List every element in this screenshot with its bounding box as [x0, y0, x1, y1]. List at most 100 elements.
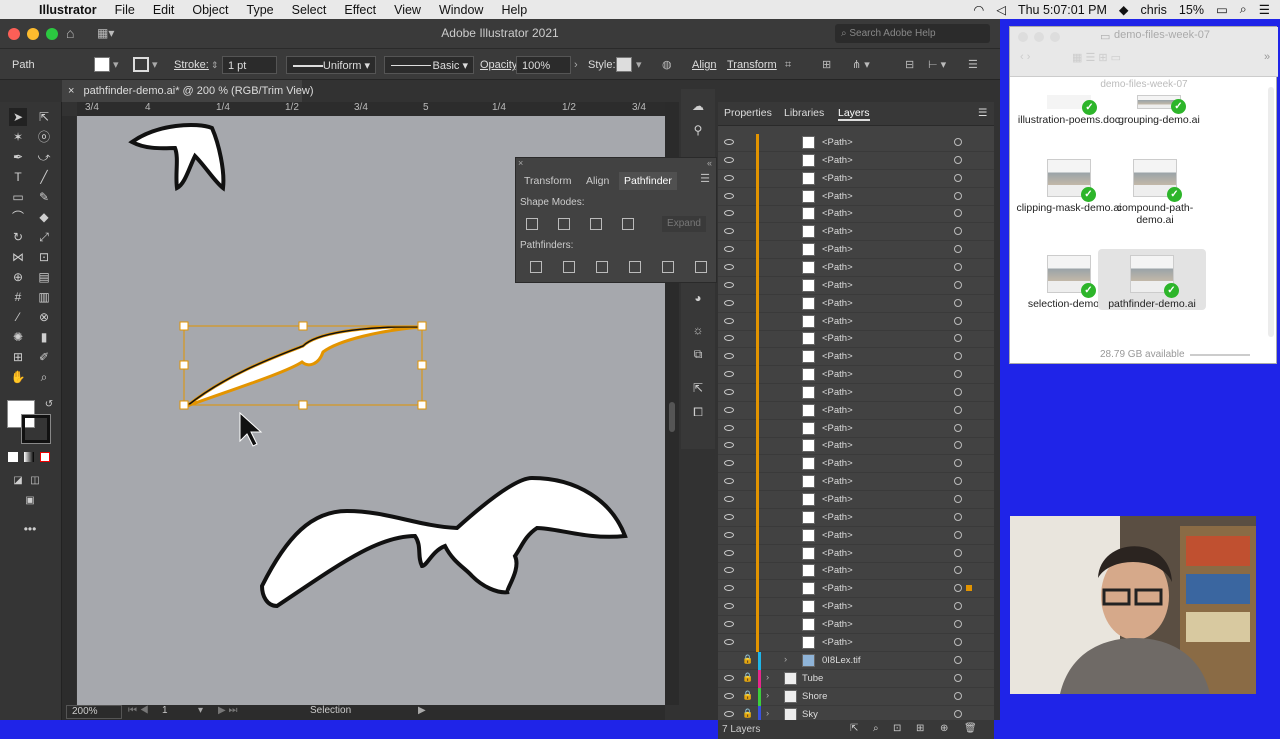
minus-back-icon[interactable]	[695, 261, 707, 273]
merge-icon[interactable]	[596, 261, 608, 273]
menu-type[interactable]: Type	[238, 3, 283, 17]
pen-tool-icon[interactable]: ✒	[9, 148, 27, 166]
panel-menu-icon[interactable]: ☰	[700, 172, 710, 185]
target-circle-icon[interactable]	[954, 334, 962, 343]
magic-wand-tool-icon[interactable]: ✶	[9, 128, 27, 146]
expand-layer-icon[interactable]: ›	[766, 672, 769, 683]
target-circle-icon[interactable]	[954, 512, 962, 521]
expand-layer-icon[interactable]: ›	[766, 708, 769, 719]
target-circle-icon[interactable]	[954, 602, 962, 611]
clipping-mask-icon[interactable]: ⊡	[893, 723, 901, 734]
transform-link[interactable]: Transform	[727, 56, 777, 74]
menu-view[interactable]: View	[385, 3, 430, 17]
opacity-arrow-icon[interactable]: ›	[574, 56, 578, 74]
lock-icon[interactable]: 🔒	[742, 690, 753, 701]
paintbrush-tool-icon[interactable]: ✎	[35, 188, 53, 206]
expand-button[interactable]: Expand	[662, 216, 706, 232]
search-adobe-help-field[interactable]: ⌕ Search Adobe Help	[835, 24, 990, 43]
visibility-eye-icon[interactable]	[724, 174, 734, 181]
shape-builder-tool-icon[interactable]: ⊕	[9, 268, 27, 286]
visibility-eye-icon[interactable]	[724, 353, 734, 360]
target-circle-icon[interactable]	[954, 298, 962, 307]
trim-icon[interactable]	[563, 261, 575, 273]
direct-selection-tool-icon[interactable]: ⇱	[35, 108, 53, 126]
visibility-eye-icon[interactable]	[724, 406, 734, 413]
volume-icon[interactable]: ◁	[996, 2, 1006, 17]
visibility-eye-icon[interactable]	[724, 442, 734, 449]
layer-path-row[interactable]: <Path>	[718, 508, 994, 527]
visibility-eye-icon[interactable]	[724, 620, 734, 627]
status-menu-icon[interactable]: ▶	[418, 705, 426, 716]
layer-path-row[interactable]: <Path>	[718, 526, 994, 545]
target-circle-icon[interactable]	[954, 191, 962, 200]
visibility-eye-icon[interactable]	[724, 693, 734, 699]
layer-path-row[interactable]: <Path>	[718, 544, 994, 563]
swap-fill-stroke-icon[interactable]: ↺	[40, 396, 58, 414]
visibility-eye-icon[interactable]	[724, 549, 734, 556]
layer-path-row[interactable]: <Path>	[718, 276, 994, 295]
visibility-eye-icon[interactable]	[724, 388, 734, 395]
target-circle-icon[interactable]	[954, 548, 962, 557]
export-layer-icon[interactable]: ⇱	[850, 723, 858, 734]
zoom-window-button[interactable]	[1050, 32, 1060, 42]
menu-window[interactable]: Window	[430, 3, 492, 17]
layer-path-row[interactable]: <Path>	[718, 580, 994, 599]
stroke-dropdown-icon[interactable]: ▾	[152, 56, 158, 74]
shape-builder-icon[interactable]: ⊞	[822, 56, 831, 74]
visibility-eye-icon[interactable]	[724, 603, 734, 610]
dropbox-icon[interactable]: ◆	[1119, 2, 1129, 17]
target-circle-icon[interactable]	[954, 280, 962, 289]
arrange-icon[interactable]: ⊟	[905, 56, 914, 74]
target-circle-icon[interactable]	[954, 423, 962, 432]
none-mode-icon[interactable]	[40, 452, 50, 462]
lock-icon[interactable]: 🔒	[742, 672, 753, 683]
shaper-tool-icon[interactable]: ⌒	[9, 208, 27, 226]
scroll-thumb[interactable]	[669, 402, 675, 432]
more-icon[interactable]: »	[1264, 51, 1270, 63]
opacity-label[interactable]: Opacity:	[480, 56, 520, 74]
draw-normal-icon[interactable]: ◪	[9, 472, 27, 490]
isolate-object-icon[interactable]: ⌗	[785, 56, 791, 74]
visibility-eye-icon[interactable]	[724, 156, 734, 163]
hand-tool-icon[interactable]: ✋	[9, 368, 27, 386]
tab-libraries[interactable]: Libraries	[784, 107, 824, 119]
visibility-eye-icon[interactable]	[724, 567, 734, 574]
new-layer-icon[interactable]: ⊕	[940, 723, 948, 734]
layer-path-row[interactable]: <Path>	[718, 615, 994, 634]
layer-path-row[interactable]: <Path>	[718, 491, 994, 509]
fill-swatch[interactable]	[94, 57, 110, 72]
document-tab[interactable]: × pathfinder-demo.ai* @ 200 % (RGB/Trim …	[62, 80, 314, 102]
fill-dropdown-icon[interactable]: ▾	[113, 56, 119, 74]
recolor-artwork-icon[interactable]: ◍	[662, 56, 672, 74]
target-circle-icon[interactable]	[954, 637, 962, 646]
visibility-eye-icon[interactable]	[724, 460, 734, 467]
target-circle-icon[interactable]	[954, 656, 962, 664]
perspective-grid-tool-icon[interactable]: ▤	[35, 268, 53, 286]
screen-mode-icon[interactable]: ▣	[21, 492, 39, 510]
variable-width-profile[interactable]: Uniform ▾	[286, 56, 376, 74]
stroke-color-box[interactable]	[21, 414, 51, 444]
lock-icon[interactable]: 🔒	[742, 708, 753, 719]
target-circle-icon[interactable]	[954, 566, 962, 575]
outline-icon[interactable]	[662, 261, 674, 273]
target-circle-icon[interactable]	[954, 209, 962, 218]
line-segment-tool-icon[interactable]: ╱	[35, 168, 53, 186]
target-circle-icon[interactable]	[954, 316, 962, 325]
target-circle-icon[interactable]	[954, 674, 962, 682]
spotlight-icon[interactable]: ⌕	[1240, 2, 1247, 17]
layer-path-row[interactable]: <Path>	[718, 205, 994, 224]
stroke-label[interactable]: Stroke:	[174, 56, 209, 74]
opacity-field[interactable]: 100%	[516, 56, 571, 74]
style-dropdown-icon[interactable]: ▾	[636, 56, 642, 74]
locate-object-icon[interactable]: ⌕	[873, 723, 879, 734]
view-options-icon[interactable]: ▦ ☰ ⊞ ▭	[1072, 51, 1121, 64]
layer-path-row[interactable]: <Path>	[718, 366, 994, 385]
appearance-panel-icon[interactable]: ☼	[689, 321, 707, 339]
visibility-eye-icon[interactable]	[724, 424, 734, 431]
visibility-eye-icon[interactable]	[724, 228, 734, 235]
eraser-tool-icon[interactable]: ◆	[35, 208, 53, 226]
visibility-eye-icon[interactable]	[724, 496, 734, 502]
target-circle-icon[interactable]	[954, 441, 962, 450]
layer-row[interactable]: 🔒 › Shore	[718, 688, 994, 706]
close-document-icon[interactable]: ×	[68, 85, 74, 97]
